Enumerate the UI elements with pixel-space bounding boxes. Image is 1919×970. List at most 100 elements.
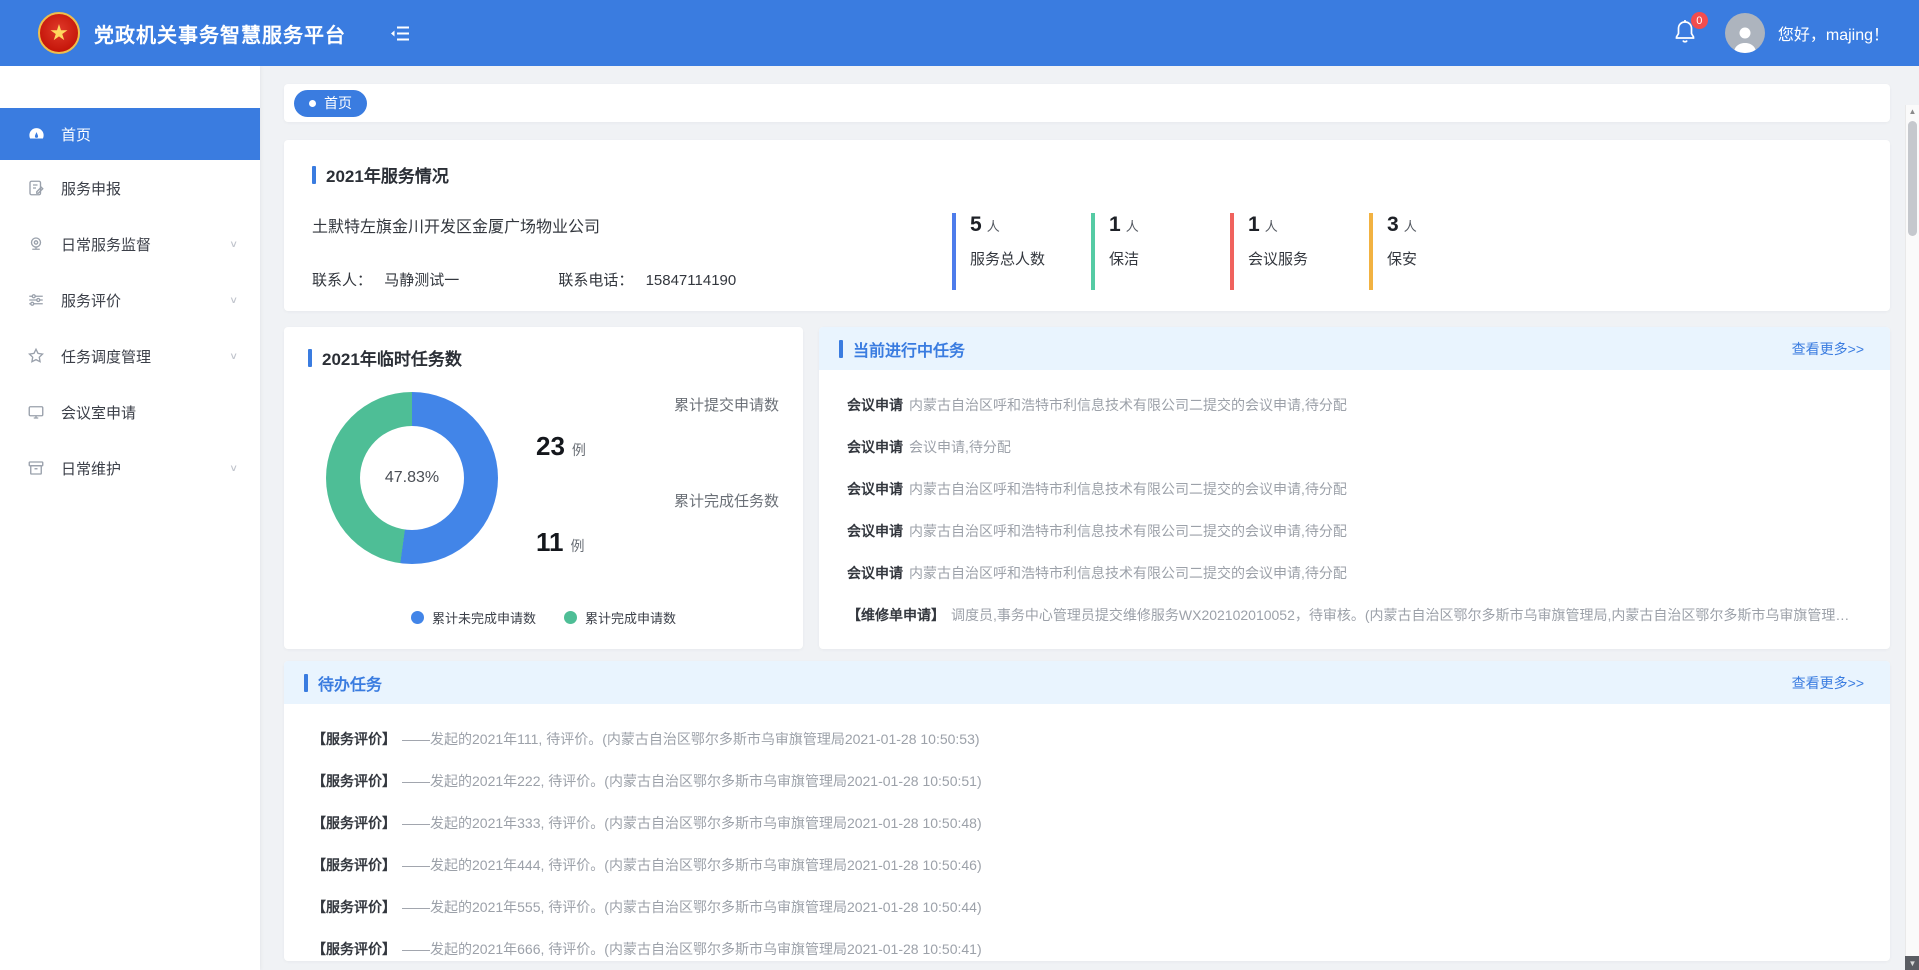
sidebar-item-service-declare[interactable]: 服务申报: [0, 160, 260, 216]
stat-label: 保安: [1387, 248, 1464, 269]
task-item[interactable]: 会议申请会议申请,待分配: [847, 437, 1860, 457]
ongoing-more-link[interactable]: 查看更多>>: [1792, 339, 1864, 359]
task-tag: 【服务评价】: [312, 857, 396, 873]
notification-bell[interactable]: 0: [1673, 19, 1699, 47]
presentation-board-icon: [26, 402, 46, 422]
sidebar-item-daily-maintenance[interactable]: 日常维护 ∨: [0, 440, 260, 496]
task-item[interactable]: 会议申请内蒙古自治区呼和浩特市利信息技术有限公司二提交的会议申请,待分配: [847, 521, 1860, 541]
task-tag: 【维修单申请】: [847, 607, 945, 623]
service-summary-card: 2021年服务情况 土默特左旗金川开发区金厦广场物业公司 联系人： 马静测试一 …: [284, 140, 1890, 311]
stat-value: 5: [970, 213, 982, 236]
todo-task-list: 【服务评价】——发起的2021年111, 待评价。(内蒙古自治区鄂尔多斯市乌审旗…: [284, 704, 1890, 959]
breadcrumb-tab-home[interactable]: 首页: [294, 90, 367, 117]
sidebar-item-label: 服务评价: [61, 290, 121, 311]
avatar[interactable]: [1725, 13, 1765, 53]
stat-value: 3: [1387, 213, 1399, 236]
ongoing-card-header: 当前进行中任务 查看更多>>: [819, 327, 1890, 370]
task-tag: 【服务评价】: [312, 941, 396, 957]
todo-item[interactable]: 【服务评价】——发起的2021年111, 待评价。(内蒙古自治区鄂尔多斯市乌审旗…: [312, 729, 1860, 749]
national-emblem-logo: ★: [38, 12, 80, 54]
legend-completed[interactable]: 累计完成申请数: [564, 608, 676, 627]
sidebar-item-task-scheduling[interactable]: 任务调度管理 ∨: [0, 328, 260, 384]
legend-label: 累计未完成申请数: [432, 608, 536, 627]
task-tag: 会议申请: [847, 397, 903, 413]
task-text: 内蒙古自治区呼和浩特市利信息技术有限公司二提交的会议申请,待分配: [909, 481, 1347, 497]
top-bar: ★ 党政机关事务智慧服务平台 0 您好，majing！: [0, 0, 1919, 66]
notification-badge: 0: [1691, 12, 1708, 29]
task-text: ——发起的2021年555, 待评价。(内蒙古自治区鄂尔多斯市乌审旗管理局202…: [402, 899, 982, 915]
todo-item[interactable]: 【服务评价】——发起的2021年222, 待评价。(内蒙古自治区鄂尔多斯市乌审旗…: [312, 771, 1860, 791]
task-tag: 会议申请: [847, 565, 903, 581]
contact-label: 联系人：: [312, 272, 372, 289]
user-greeting: 您好，majing！: [1778, 21, 1889, 45]
legend-dot-blue: [411, 611, 424, 624]
chevron-down-icon: ∨: [229, 238, 238, 249]
sliders-icon: [26, 290, 46, 310]
contact-person: 联系人： 马静测试一: [312, 272, 463, 289]
ongoing-tasks-card: 当前进行中任务 查看更多>> 会议申请内蒙古自治区呼和浩特市利信息技术有限公司二…: [819, 327, 1890, 649]
task-text: 会议申请,待分配: [909, 439, 1011, 455]
camera-monitor-icon: [26, 234, 46, 254]
task-item[interactable]: 【维修单申请】调度员,事务中心管理员提交维修服务WX202102010052，待…: [847, 605, 1860, 625]
chevron-down-icon: ∨: [229, 294, 238, 305]
legend-dot-green: [564, 611, 577, 624]
todo-item[interactable]: 【服务评价】 ——发起的2021年444, 待评价。(内蒙古自治区鄂尔多斯市乌审旗…: [312, 855, 1860, 875]
todo-item[interactable]: 【服务评价】 ——发起的2021年555, 待评价。(内蒙古自治区鄂尔多斯市乌审旗…: [312, 897, 1860, 917]
vertical-scrollbar[interactable]: ▲ ▼: [1905, 105, 1919, 970]
stat-unit: 人: [1126, 219, 1139, 234]
breadcrumb: 首页: [284, 84, 1890, 122]
ongoing-task-list: 会议申请内蒙古自治区呼和浩特市利信息技术有限公司二提交的会议申请,待分配 会议申…: [819, 370, 1890, 625]
scroll-down-arrow[interactable]: ▼: [1905, 956, 1919, 970]
todo-item[interactable]: 【服务评价】 ——发起的2021年333, 待评价。(内蒙古自治区鄂尔多斯市乌审旗…: [312, 813, 1860, 833]
sidebar-item-label: 日常维护: [61, 458, 121, 479]
task-tag: 【服务评价】: [312, 773, 396, 789]
task-text: 内蒙古自治区呼和浩特市利信息技术有限公司二提交的会议申请,待分配: [909, 565, 1347, 581]
scroll-up-arrow[interactable]: ▲: [1906, 107, 1919, 116]
task-item[interactable]: 会议申请内蒙古自治区呼和浩特市利信息技术有限公司二提交的会议申请,待分配: [847, 563, 1860, 583]
app-title: 党政机关事务智慧服务平台: [94, 19, 346, 48]
task-tag: 会议申请: [847, 523, 903, 539]
todo-item[interactable]: 【服务评价】 ——发起的2021年666, 待评价。(内蒙古自治区鄂尔多斯市乌审旗…: [312, 939, 1860, 959]
task-tag: 【服务评价】: [312, 899, 396, 915]
completed-label: 累计完成任务数: [532, 490, 779, 511]
title-accent-bar: [304, 674, 308, 692]
sidebar-item-home[interactable]: 首页: [0, 108, 260, 160]
task-text: ——发起的2021年333, 待评价。(内蒙古自治区鄂尔多斯市乌审旗管理局202…: [402, 815, 982, 831]
task-tag: 【服务评价】: [312, 815, 396, 831]
sidebar-item-meeting-room[interactable]: 会议室申请: [0, 384, 260, 440]
todo-more-link[interactable]: 查看更多>>: [1792, 673, 1864, 693]
chart-card-title: 2021年临时任务数: [322, 345, 462, 370]
stat-value: 1: [1248, 213, 1260, 236]
temp-task-donut: 47.83%: [326, 392, 498, 564]
task-text: ——发起的2021年666, 待评价。(内蒙古自治区鄂尔多斯市乌审旗管理局202…: [402, 941, 982, 957]
submitted-value: 23例: [536, 431, 779, 462]
scrollbar-thumb[interactable]: [1908, 121, 1917, 236]
dashboard-icon: [26, 124, 46, 144]
stat-unit: 人: [1265, 219, 1278, 234]
task-tag: 【服务评价】: [312, 731, 396, 747]
sidebar-item-label: 服务申报: [61, 178, 121, 199]
sidebar-item-label: 任务调度管理: [61, 346, 151, 367]
star-icon: [26, 346, 46, 366]
task-text: ——发起的2021年444, 待评价。(内蒙古自治区鄂尔多斯市乌审旗管理局202…: [402, 857, 982, 873]
task-item[interactable]: 会议申请内蒙古自治区呼和浩特市利信息技术有限公司二提交的会议申请,待分配: [847, 395, 1860, 415]
task-text: 内蒙古自治区呼和浩特市利信息技术有限公司二提交的会议申请,待分配: [909, 397, 1347, 413]
user-icon: [1730, 23, 1760, 53]
sidebar-item-daily-supervision[interactable]: 日常服务监督 ∨: [0, 216, 260, 272]
stat-meeting-service: 1人 会议服务: [1230, 213, 1325, 290]
submitted-label: 累计提交申请数: [532, 394, 779, 415]
hamburger-icon: [390, 25, 410, 42]
stat-unit: 人: [1404, 219, 1417, 234]
legend-uncompleted[interactable]: 累计未完成申请数: [411, 608, 536, 627]
sidebar-collapse-icon[interactable]: [388, 21, 412, 45]
task-item[interactable]: 会议申请内蒙古自治区呼和浩特市利信息技术有限公司二提交的会议申请,待分配: [847, 479, 1860, 499]
document-edit-icon: [26, 178, 46, 198]
service-card-title: 2021年服务情况: [326, 162, 449, 187]
stat-unit: 人: [987, 219, 1000, 234]
sidebar-item-service-evaluation[interactable]: 服务评价 ∨: [0, 272, 260, 328]
maintenance-box-icon: [26, 458, 46, 478]
active-dot: [309, 100, 316, 107]
stat-label: 会议服务: [1248, 248, 1325, 269]
task-tag: 会议申请: [847, 439, 903, 455]
title-accent-bar: [312, 166, 316, 184]
